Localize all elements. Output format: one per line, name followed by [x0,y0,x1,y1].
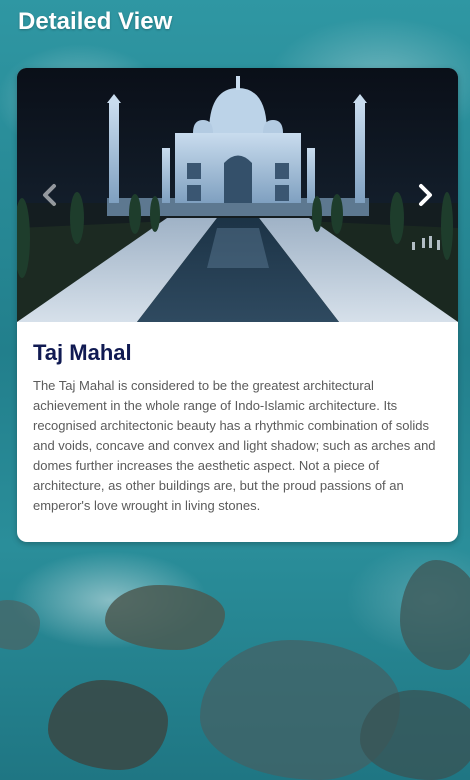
chevron-left-icon [43,184,56,206]
carousel-prev-button[interactable] [33,178,67,212]
carousel-image [17,68,458,322]
place-description: The Taj Mahal is considered to be the gr… [33,378,436,513]
place-title: Taj Mahal [33,340,132,365]
chevron-right-icon [419,184,432,206]
detail-content: Taj Mahal The Taj Mahal is considered to… [17,322,458,516]
detail-card: Taj Mahal The Taj Mahal is considered to… [17,68,458,542]
page-title: Detailed View [18,8,173,35]
image-carousel[interactable] [17,68,458,322]
carousel-next-button[interactable] [408,178,442,212]
